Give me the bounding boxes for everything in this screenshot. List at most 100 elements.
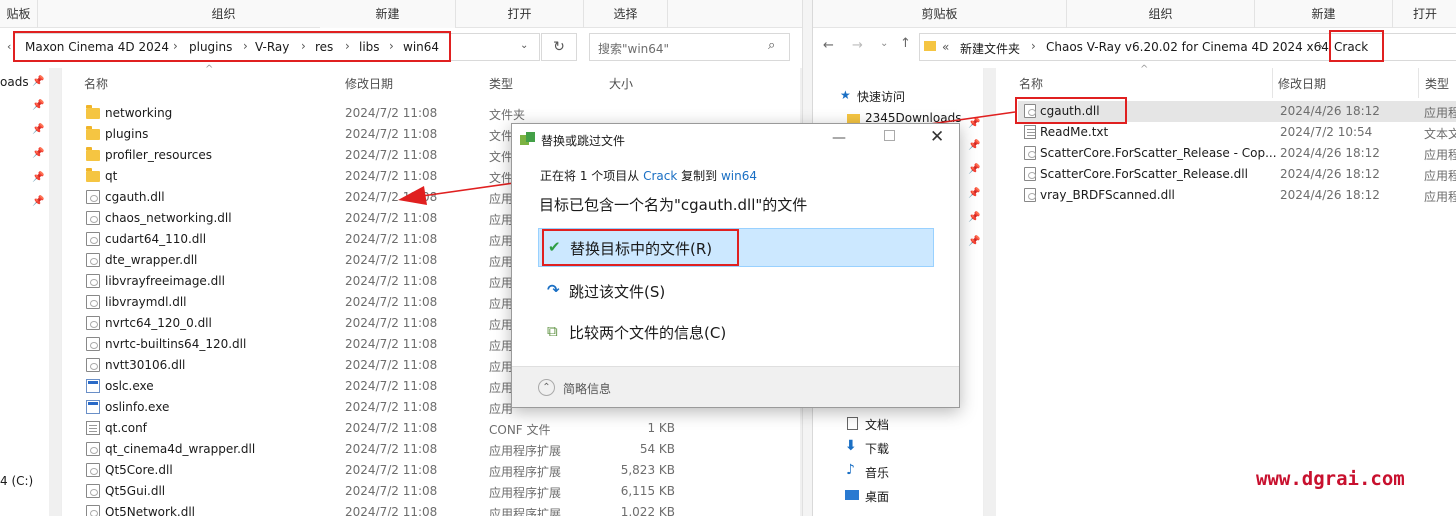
- ribbon-group-open[interactable]: 打开: [456, 0, 584, 28]
- maximize-button[interactable]: [884, 130, 895, 141]
- back-arrow-icon[interactable]: ←: [823, 38, 834, 53]
- file-row[interactable]: qt_cinema4d_wrapper.dll 2024/7/2 11:08 应用程…: [78, 439, 788, 460]
- nav-item-documents[interactable]: 文档: [865, 416, 889, 433]
- left-nav-pane: oads 📌 📌 📌 📌 📌 📌 4 (C:): [0, 68, 62, 516]
- path-separator-icon[interactable]: ›: [389, 39, 394, 53]
- nav-item-downloads[interactable]: oads: [0, 75, 29, 89]
- ribbon-group-organize[interactable]: 组织: [1067, 0, 1255, 28]
- pin-icon[interactable]: 📌: [32, 148, 44, 159]
- txt-icon: [1024, 125, 1036, 139]
- ribbon-group-select[interactable]: 选择: [584, 0, 668, 28]
- skip-option[interactable]: ↷ 跳过该文件(S): [538, 272, 934, 311]
- file-row[interactable]: vray_BRDFScanned.dll 2024/4/26 18:12 应用程: [1018, 185, 1456, 206]
- pin-icon[interactable]: 📌: [968, 140, 980, 151]
- column-header-name[interactable]: 名称: [1019, 75, 1043, 92]
- file-row[interactable]: ReadMe.txt 2024/7/2 10:54 文本文: [1018, 122, 1456, 143]
- close-button[interactable]: ✕: [930, 127, 944, 147]
- path-segment[interactable]: Maxon Cinema 4D 2024: [25, 40, 169, 54]
- path-overflow[interactable]: «: [942, 40, 949, 54]
- pin-icon[interactable]: 📌: [968, 236, 980, 247]
- ribbon-group-new[interactable]: 新建: [1255, 0, 1393, 28]
- minimize-button[interactable]: —: [832, 130, 846, 146]
- file-type: 文本文: [1424, 127, 1456, 141]
- collapse-chevron-icon[interactable]: ⌃: [538, 379, 555, 396]
- pin-icon[interactable]: 📌: [32, 196, 44, 207]
- path-segment[interactable]: Crack: [1334, 40, 1368, 54]
- column-divider[interactable]: [1418, 68, 1419, 98]
- sort-up-icon: ^: [1140, 64, 1149, 75]
- column-header-size[interactable]: 大小: [609, 75, 633, 92]
- path-separator-icon[interactable]: ›: [1318, 39, 1323, 53]
- column-header-date[interactable]: 修改日期: [1278, 75, 1326, 92]
- info-dest-link[interactable]: win64: [721, 169, 757, 183]
- file-date: 2024/7/2 11:08: [345, 253, 438, 267]
- path-segment[interactable]: res: [315, 40, 333, 54]
- file-row[interactable]: ScatterCore.ForScatter_Release.dll 2024/4…: [1018, 164, 1456, 185]
- compare-option[interactable]: ⧉ 比较两个文件的信息(C): [538, 313, 934, 352]
- up-arrow-icon[interactable]: ↑: [900, 36, 911, 51]
- path-separator-icon[interactable]: ›: [243, 39, 248, 53]
- path-separator-icon[interactable]: ›: [345, 39, 350, 53]
- pin-icon[interactable]: 📌: [32, 76, 44, 87]
- file-row[interactable]: Qt5Gui.dll 2024/7/2 11:08 应用程序扩展 6,115 KB: [78, 481, 788, 502]
- file-row[interactable]: Qt5Core.dll 2024/7/2 11:08 应用程序扩展 5,823 KB: [78, 460, 788, 481]
- dll-icon: [86, 316, 100, 330]
- ribbon-group-clipboard[interactable]: 贴板: [0, 0, 38, 28]
- nav-item-drive-c[interactable]: 4 (C:): [0, 474, 33, 488]
- right-address-bar[interactable]: « 新建文件夹 › Chaos V-Ray v6.20.02 for Cinem…: [919, 33, 1456, 61]
- info-prefix: 正在将 1 个项目从: [540, 169, 640, 183]
- search-input[interactable]: 搜索"win64" ⌕: [589, 33, 790, 61]
- path-segment[interactable]: win64: [403, 40, 439, 54]
- nav-item-music[interactable]: 音乐: [865, 464, 889, 481]
- path-segment[interactable]: plugins: [189, 40, 232, 54]
- pin-icon[interactable]: 📌: [968, 212, 980, 223]
- path-segment[interactable]: 新建文件夹: [960, 40, 1020, 57]
- column-header-type[interactable]: 类型: [489, 75, 513, 92]
- path-separator-icon[interactable]: ›: [173, 39, 178, 53]
- replace-option[interactable]: ✔ 替换目标中的文件(R): [538, 228, 934, 267]
- path-segment[interactable]: libs: [359, 40, 380, 54]
- recent-dropdown-icon[interactable]: ⌄: [880, 38, 888, 49]
- column-header-date[interactable]: 修改日期: [345, 75, 393, 92]
- file-row[interactable]: ScatterCore.ForScatter_Release - Cop... 2…: [1018, 143, 1456, 164]
- left-ribbon: 贴板 组织 新建 打开 选择: [0, 0, 802, 28]
- address-dropdown-icon[interactable]: ⌄: [520, 40, 528, 51]
- nav-item-downloads[interactable]: 下载: [865, 440, 889, 457]
- pin-icon[interactable]: 📌: [32, 124, 44, 135]
- right-nav-scrollbar[interactable]: [984, 68, 996, 516]
- nav-item-quick-access[interactable]: 快速访问: [857, 88, 905, 105]
- ribbon-group-open[interactable]: 打开: [1393, 0, 1456, 28]
- left-address-bar[interactable]: Maxon Cinema 4D 2024 › plugins › V-Ray ›…: [14, 33, 540, 61]
- file-size: 6,115 KB: [620, 484, 675, 498]
- forward-arrow-icon[interactable]: →: [852, 38, 863, 53]
- file-row[interactable]: qt.conf 2024/7/2 11:08 CONF 文件 1 KB: [78, 418, 788, 439]
- dll-icon: [86, 211, 100, 225]
- file-row[interactable]: Qt5Network.dll 2024/7/2 11:08 应用程序扩展 1,022 …: [78, 502, 788, 516]
- back-chevron-icon[interactable]: ‹: [7, 40, 11, 53]
- path-separator-icon[interactable]: ›: [1031, 39, 1036, 53]
- refresh-button[interactable]: ↻: [541, 33, 577, 61]
- pin-icon[interactable]: 📌: [968, 164, 980, 175]
- file-type: 应用程序扩展: [489, 465, 562, 479]
- dialog-titlebar[interactable]: 替换或跳过文件 — ✕: [512, 124, 959, 154]
- pin-icon[interactable]: 📌: [32, 100, 44, 111]
- column-divider[interactable]: [1272, 68, 1273, 98]
- pin-icon[interactable]: 📌: [968, 118, 980, 129]
- ribbon-group-new[interactable]: 新建: [320, 0, 456, 28]
- file-name: cgauth.dll: [1040, 104, 1100, 118]
- pin-icon[interactable]: 📌: [32, 172, 44, 183]
- path-segment[interactable]: Chaos V-Ray v6.20.02 for Cinema 4D 2024 …: [1046, 40, 1329, 54]
- file-row[interactable]: cgauth.dll 2024/4/26 18:12 应用程: [1018, 101, 1456, 122]
- path-separator-icon[interactable]: ›: [301, 39, 306, 53]
- info-source-link[interactable]: Crack: [643, 169, 677, 183]
- nav-item-desktop[interactable]: 桌面: [865, 488, 889, 505]
- column-header-name[interactable]: 名称: [84, 75, 108, 92]
- column-header-type[interactable]: 类型: [1425, 75, 1449, 92]
- path-segment[interactable]: V-Ray: [255, 40, 289, 54]
- ribbon-group-clipboard[interactable]: 剪贴板: [813, 0, 1067, 28]
- file-row[interactable]: networking 2024/7/2 11:08 文件夹: [78, 103, 788, 124]
- nav-scrollbar[interactable]: [49, 68, 61, 516]
- pin-icon[interactable]: 📌: [968, 188, 980, 199]
- search-icon: ⌕: [768, 38, 776, 53]
- less-details-toggle[interactable]: 简略信息: [563, 380, 611, 397]
